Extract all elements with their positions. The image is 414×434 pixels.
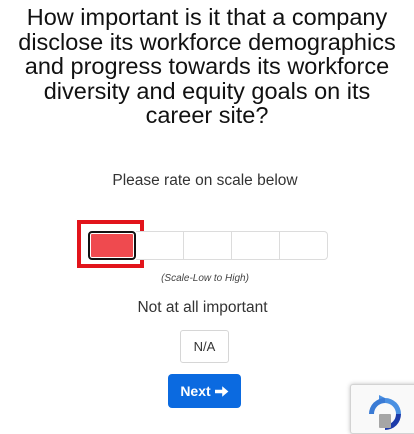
next-button-label: Next — [180, 383, 211, 399]
rating-option-2[interactable] — [136, 231, 184, 260]
next-button[interactable]: Next — [168, 374, 241, 408]
rating-option-3[interactable] — [184, 231, 232, 260]
rating-option-4[interactable] — [232, 231, 280, 260]
rating-instruction: Please rate on scale below — [112, 172, 298, 189]
na-button[interactable]: N/A — [180, 330, 229, 363]
rating-option-1[interactable] — [88, 231, 136, 260]
question-line: career site? — [145, 102, 269, 128]
na-button-label: N/A — [193, 339, 216, 354]
question-line: and progress towards its workforce — [24, 53, 390, 79]
recaptcha-badge[interactable] — [350, 384, 414, 434]
question-line: diversity and equity goals on its — [43, 77, 371, 104]
arrow-right-icon — [214, 385, 229, 398]
question-text: How important is it that a company discl… — [0, 5, 414, 128]
rating-option-5[interactable] — [280, 231, 328, 260]
rating-scale — [88, 231, 328, 260]
question-line: How important is it that a company — [26, 4, 388, 30]
selected-rating-label: Not at all important — [137, 299, 268, 316]
question-line: disclose its workforce demographics — [18, 28, 396, 55]
scale-caption: (Scale-Low to High) — [161, 273, 249, 284]
